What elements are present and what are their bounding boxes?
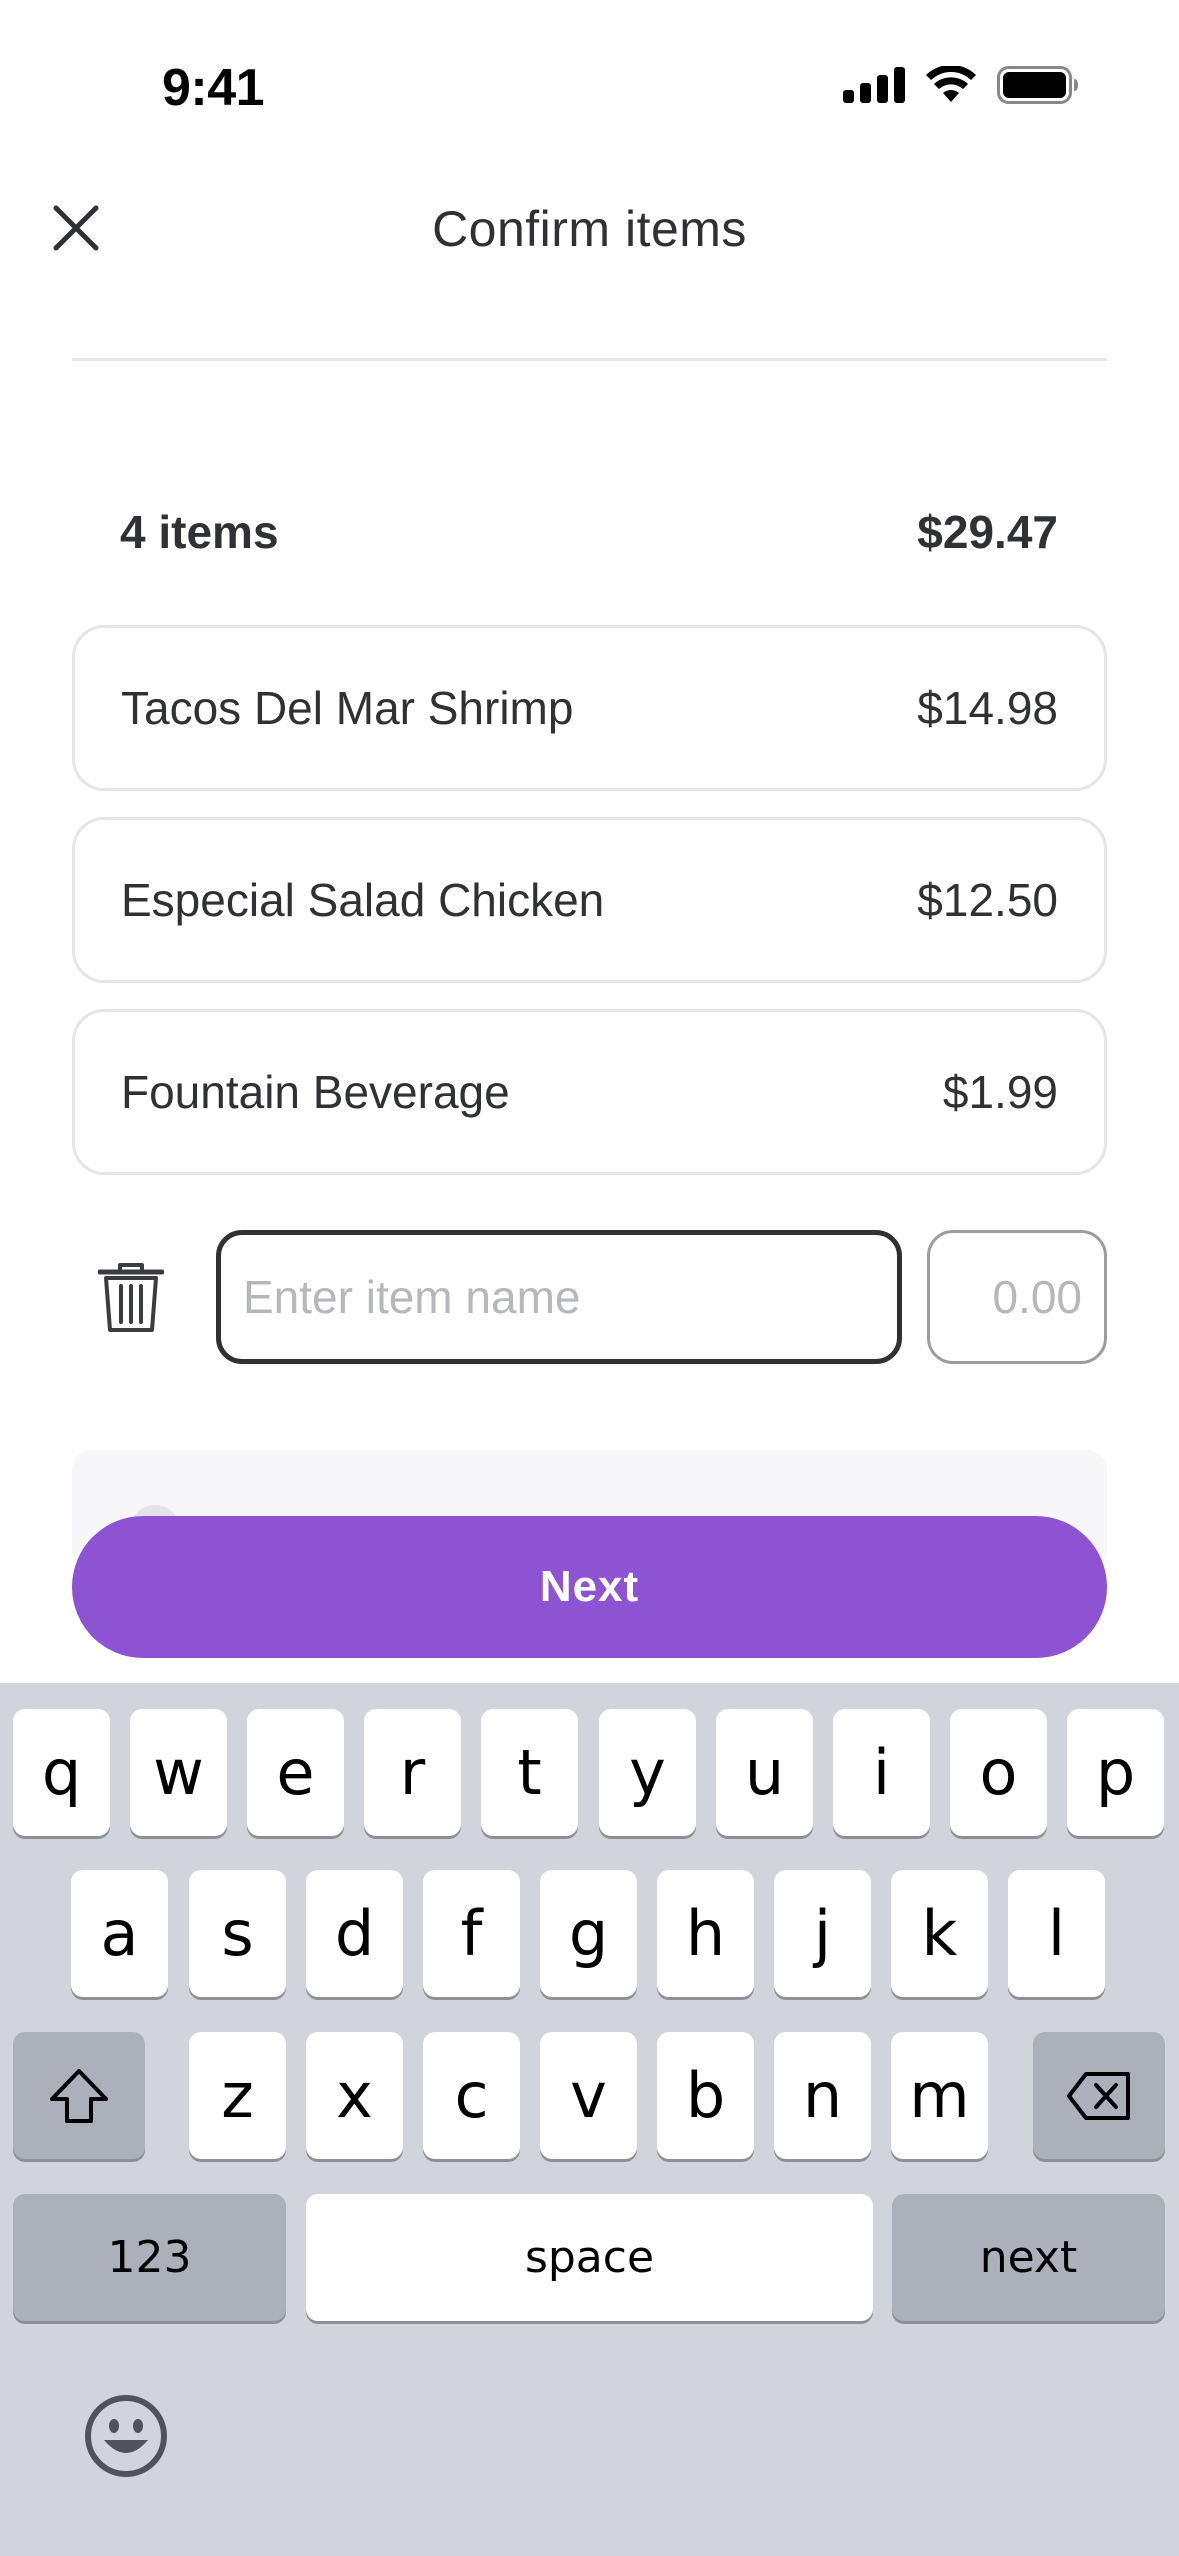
cellular-signal-icon <box>843 67 905 103</box>
emoji-icon[interactable] <box>84 2394 168 2478</box>
next-button[interactable]: Next <box>72 1516 1107 1658</box>
space-key[interactable]: space <box>306 2194 873 2321</box>
key-m[interactable]: m <box>891 2032 988 2159</box>
header-divider <box>72 358 1107 361</box>
items-count: 4 items <box>120 506 279 558</box>
key-j[interactable]: j <box>774 1870 871 1997</box>
page-title: Confirm items <box>432 201 747 257</box>
item-price: $12.50 <box>917 874 1058 926</box>
key-f[interactable]: f <box>423 1870 520 1997</box>
delete-key[interactable] <box>1033 2032 1165 2159</box>
key-h[interactable]: h <box>657 1870 754 1997</box>
key-y[interactable]: y <box>599 1709 696 1836</box>
item-name: Especial Salad Chicken <box>121 874 605 926</box>
item-name: Fountain Beverage <box>121 1066 510 1118</box>
key-t[interactable]: t <box>481 1709 578 1836</box>
key-i[interactable]: i <box>833 1709 930 1836</box>
item-name-input[interactable]: Enter item name <box>216 1230 902 1364</box>
key-g[interactable]: g <box>540 1870 637 1997</box>
keyboard: q w e r t y u i o p a s d f g h j k l z … <box>0 1683 1179 2556</box>
key-b[interactable]: b <box>657 2032 754 2159</box>
key-l[interactable]: l <box>1008 1870 1105 1997</box>
return-key[interactable]: next <box>892 2194 1165 2321</box>
item-card[interactable]: Fountain Beverage $1.99 <box>72 1009 1107 1175</box>
status-time: 9:41 <box>162 59 265 117</box>
key-z[interactable]: z <box>189 2032 286 2159</box>
key-n[interactable]: n <box>774 2032 871 2159</box>
items-total: $29.47 <box>917 506 1058 558</box>
item-price-input[interactable]: 0.00 <box>927 1230 1107 1364</box>
item-card[interactable]: Especial Salad Chicken $12.50 <box>72 817 1107 983</box>
numbers-key[interactable]: 123 <box>13 2194 286 2321</box>
key-s[interactable]: s <box>189 1870 286 1997</box>
key-a[interactable]: a <box>71 1870 168 1997</box>
shift-key[interactable] <box>13 2032 145 2159</box>
item-card[interactable]: Tacos Del Mar Shrimp $14.98 <box>72 625 1107 791</box>
key-r[interactable]: r <box>364 1709 461 1836</box>
key-o[interactable]: o <box>950 1709 1047 1836</box>
item-price: $14.98 <box>917 682 1058 734</box>
trash-icon[interactable] <box>98 1262 164 1334</box>
delete-icon <box>1067 2071 1130 2120</box>
key-q[interactable]: q <box>13 1709 110 1836</box>
item-price-placeholder: 0.00 <box>992 1271 1082 1323</box>
shift-icon <box>50 2068 108 2123</box>
wifi-icon <box>926 66 976 102</box>
item-name-placeholder: Enter item name <box>243 1271 581 1323</box>
item-price: $1.99 <box>942 1066 1058 1118</box>
status-icons <box>843 66 1079 104</box>
battery-icon <box>997 66 1078 104</box>
key-k[interactable]: k <box>891 1870 988 1997</box>
key-e[interactable]: e <box>247 1709 344 1836</box>
key-u[interactable]: u <box>716 1709 813 1836</box>
key-p[interactable]: p <box>1067 1709 1164 1836</box>
key-w[interactable]: w <box>130 1709 227 1836</box>
key-d[interactable]: d <box>306 1870 403 1997</box>
key-x[interactable]: x <box>306 2032 403 2159</box>
key-c[interactable]: c <box>423 2032 520 2159</box>
item-name: Tacos Del Mar Shrimp <box>121 682 574 734</box>
key-v[interactable]: v <box>540 2032 637 2159</box>
